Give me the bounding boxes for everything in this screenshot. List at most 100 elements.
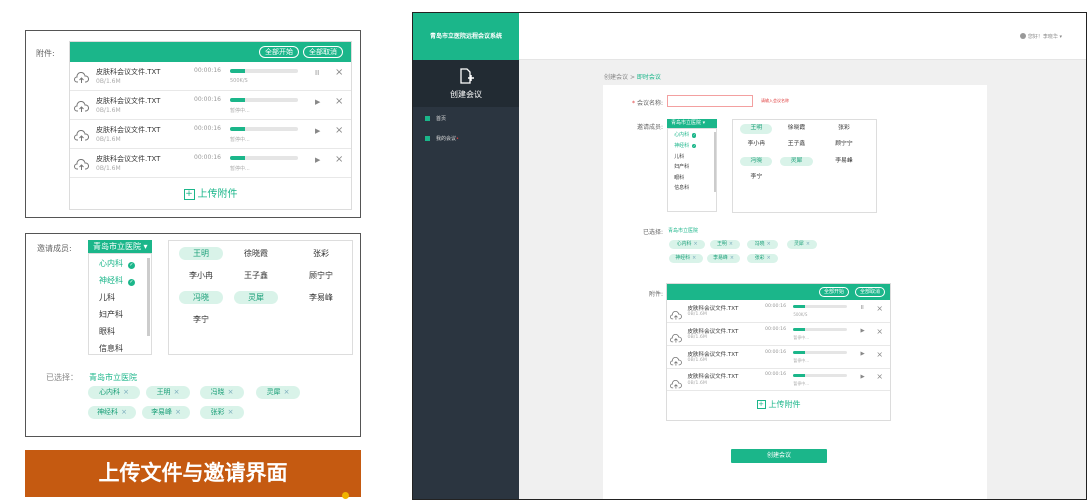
member-item[interactable]: 灵犀 xyxy=(780,156,813,166)
member-item[interactable]: 李宁 xyxy=(740,173,772,182)
department-item[interactable]: 心内科 ✓ xyxy=(674,131,697,138)
member-item[interactable]: 王明 xyxy=(740,124,773,134)
sidebar-item-home[interactable]: 首页 xyxy=(425,115,446,122)
close-icon[interactable]: × xyxy=(335,125,343,136)
cancel-all-button[interactable]: 全部取消 xyxy=(855,287,886,297)
remove-tag-icon[interactable]: × xyxy=(284,388,290,396)
selected-tag[interactable]: 灵犀 × xyxy=(786,240,818,250)
play-icon[interactable]: ▶ xyxy=(315,98,320,106)
member-item[interactable]: 冯晓 xyxy=(179,291,223,304)
selected-tag[interactable]: 李易峰 × xyxy=(706,254,741,264)
member-item[interactable]: 顾宁宁 xyxy=(828,140,860,149)
file-row: 皮肤科会议文件.TXT 0B/1.6M 00:00:16 暂停中... ▶ × xyxy=(667,323,890,346)
play-icon[interactable]: ▶ xyxy=(861,328,865,334)
play-icon[interactable]: ▶ xyxy=(315,127,320,135)
progress-fill xyxy=(230,98,245,102)
upload-attachment-button[interactable]: + 上传附件 xyxy=(70,185,351,200)
file-time: 00:00:16 xyxy=(194,96,221,103)
meeting-name-input[interactable] xyxy=(667,95,753,107)
member-item[interactable]: 王明 xyxy=(179,247,223,260)
play-icon[interactable]: ▶ xyxy=(861,374,865,380)
close-icon[interactable]: × xyxy=(335,154,343,165)
selected-tag[interactable]: 神经科 × xyxy=(669,254,703,264)
member-item[interactable]: 王子鑫 xyxy=(780,140,812,149)
remove-tag-icon[interactable]: × xyxy=(694,241,698,247)
department-item[interactable]: 眼科 xyxy=(99,326,115,337)
member-item[interactable]: 张彩 xyxy=(828,124,860,133)
close-icon[interactable]: × xyxy=(335,96,343,107)
department-item[interactable]: 信息科 xyxy=(674,184,689,191)
selected-tag[interactable]: 冯晓 × xyxy=(200,386,244,399)
member-item[interactable]: 徐晓霞 xyxy=(234,247,278,260)
remove-tag-icon[interactable]: × xyxy=(767,241,771,247)
remove-tag-icon[interactable]: × xyxy=(729,241,733,247)
meeting-name-label: * 会议名称: xyxy=(632,100,663,107)
member-item[interactable]: 李宁 xyxy=(179,313,223,326)
remove-tag-icon[interactable]: × xyxy=(767,255,771,261)
play-icon[interactable]: ▶ xyxy=(315,156,320,164)
department-item[interactable]: 信息科 xyxy=(99,343,123,354)
hospital-dropdown[interactable]: 青岛市立医院 ▾ xyxy=(667,119,717,128)
remove-tag-icon[interactable]: × xyxy=(175,408,181,416)
close-icon[interactable]: × xyxy=(335,67,343,78)
create-meeting-nav[interactable]: 创建会议 xyxy=(413,60,519,107)
remove-tag-icon[interactable]: × xyxy=(228,388,234,396)
remove-tag-icon[interactable]: × xyxy=(121,408,127,416)
play-icon[interactable]: ▶ xyxy=(861,351,865,357)
selected-tag[interactable]: 王明 × xyxy=(709,240,741,250)
hospital-dropdown[interactable]: 青岛市立医院 ▾ xyxy=(88,240,152,253)
breadcrumb-root[interactable]: 创建会议 xyxy=(604,74,628,81)
member-item[interactable]: 李小冉 xyxy=(179,269,223,282)
remove-tag-icon[interactable]: × xyxy=(123,388,129,396)
department-scrollbar[interactable] xyxy=(714,132,716,192)
selected-tag[interactable]: 张彩 × xyxy=(747,254,779,264)
selected-tag[interactable]: 心内科 × xyxy=(669,240,706,250)
create-meeting-button[interactable]: 创建会议 xyxy=(731,449,827,463)
progress-fill xyxy=(793,328,806,332)
department-item[interactable]: 儿科 xyxy=(99,292,115,303)
department-scrollbar[interactable] xyxy=(147,258,150,336)
department-name: 信息科 xyxy=(99,344,123,353)
user-menu[interactable]: 您好！李晓华 ▾ xyxy=(1020,33,1062,40)
member-item[interactable]: 顾宁宁 xyxy=(299,269,343,282)
selected-tag[interactable]: 冯晓 × xyxy=(747,240,779,250)
department-item[interactable]: 神经科 ✓ xyxy=(674,142,697,149)
close-icon[interactable]: × xyxy=(876,304,883,313)
department-item[interactable]: 心内科 ✓ xyxy=(99,258,135,269)
close-icon[interactable]: × xyxy=(876,350,883,359)
cancel-all-button[interactable]: 全部取消 xyxy=(303,46,343,58)
selected-tag[interactable]: 李易峰 × xyxy=(142,406,190,419)
selected-tag[interactable]: 心内科 × xyxy=(88,386,140,399)
member-item[interactable]: 张彩 xyxy=(299,247,343,260)
member-item[interactable]: 灵犀 xyxy=(234,291,278,304)
department-item[interactable]: 眼科 xyxy=(674,174,684,181)
selected-tag[interactable]: 王明 × xyxy=(146,386,190,399)
member-item[interactable]: 徐晓霞 xyxy=(780,124,812,133)
member-item[interactable]: 李小冉 xyxy=(740,140,772,149)
selected-tag[interactable]: 灵犀 × xyxy=(256,386,300,399)
selected-tag-label: 神经科 xyxy=(675,255,691,261)
department-item[interactable]: 儿科 xyxy=(674,153,684,160)
department-item[interactable]: 妇产科 xyxy=(674,163,689,170)
member-item[interactable]: 李易峰 xyxy=(299,291,343,304)
remove-tag-icon[interactable]: × xyxy=(692,255,696,261)
remove-tag-icon[interactable]: × xyxy=(730,255,734,261)
department-item[interactable]: 妇产科 xyxy=(99,309,123,320)
remove-tag-icon[interactable]: × xyxy=(228,408,234,416)
sidebar-item-my-meetings[interactable]: 我的会议• xyxy=(425,135,459,142)
selected-tag[interactable]: 神经科 × xyxy=(88,406,136,419)
remove-tag-icon[interactable]: × xyxy=(174,388,180,396)
member-item[interactable]: 李易峰 xyxy=(828,157,860,166)
close-icon[interactable]: × xyxy=(876,372,883,381)
member-item[interactable]: 王子鑫 xyxy=(234,269,278,282)
pause-icon[interactable]: II xyxy=(315,69,319,77)
start-all-button[interactable]: 全部开始 xyxy=(819,287,850,297)
close-icon[interactable]: × xyxy=(876,327,883,336)
department-item[interactable]: 神经科 ✓ xyxy=(99,275,135,286)
member-item[interactable]: 冯晓 xyxy=(740,156,773,166)
selected-tag[interactable]: 张彩 × xyxy=(200,406,244,419)
remove-tag-icon[interactable]: × xyxy=(806,241,810,247)
upload-attachment-button[interactable]: + 上传附件 xyxy=(667,399,890,410)
pause-icon[interactable]: II xyxy=(861,305,864,311)
start-all-button[interactable]: 全部开始 xyxy=(259,46,299,58)
